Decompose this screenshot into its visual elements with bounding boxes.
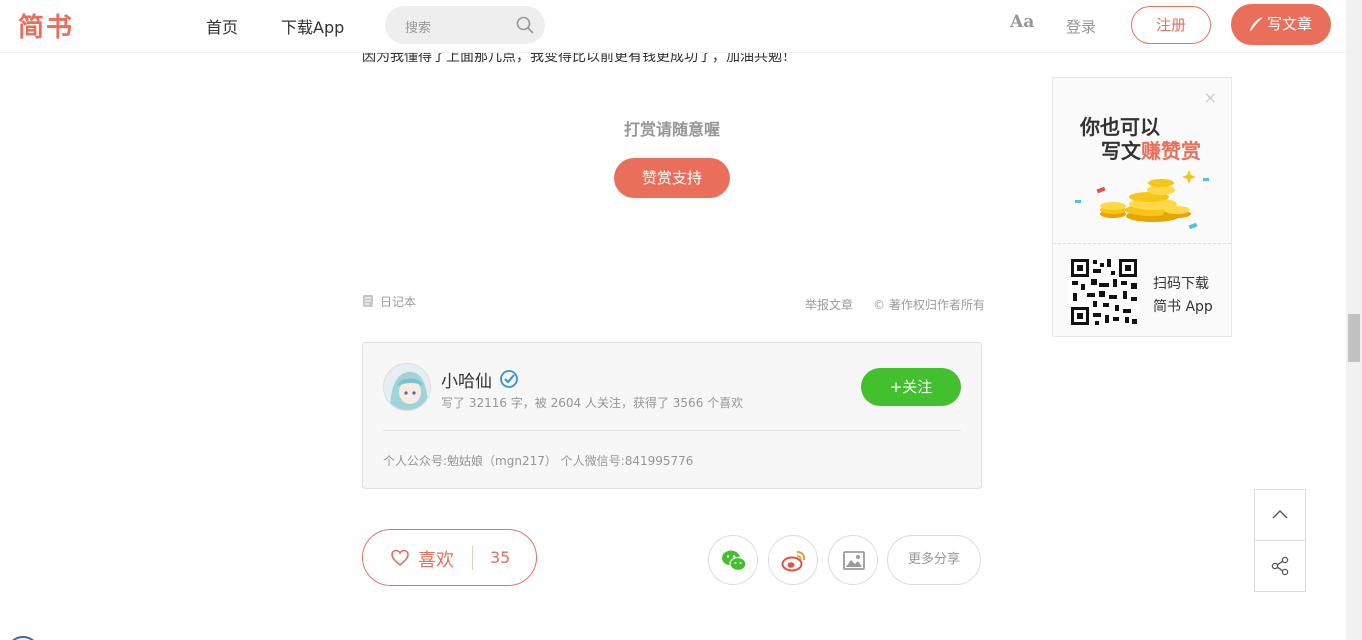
author-name[interactable]: 小哈仙	[441, 367, 492, 392]
ad-line2-prefix: 写文	[1101, 139, 1141, 163]
share-image-button[interactable]	[828, 535, 878, 585]
more-share-button[interactable]: 更多分享	[887, 535, 981, 585]
partial-avatar	[6, 636, 40, 640]
write-article-label: 写文章	[1267, 15, 1313, 33]
ad-divider	[1053, 243, 1231, 244]
wechat-icon	[722, 550, 747, 572]
notebook-link[interactable]: 日记本	[362, 293, 416, 310]
back-to-top-button[interactable]	[1255, 490, 1305, 541]
like-button[interactable]: 喜欢 35	[362, 529, 537, 586]
ad-qr-caption-line1: 扫码下载	[1153, 276, 1209, 292]
image-icon	[843, 551, 865, 570]
share-icon	[1271, 556, 1289, 576]
ad-line2-highlight: 赚赞赏	[1141, 139, 1201, 163]
plus-icon: +	[889, 378, 903, 396]
report-article-link[interactable]: 举报文章	[805, 296, 853, 313]
qr-code-image	[1069, 257, 1139, 327]
notebook-label: 日记本	[380, 295, 417, 309]
gold-coins-illustration	[1075, 170, 1209, 230]
search-placeholder: 搜索	[405, 21, 432, 36]
reward-title: 打赏请随意喔	[623, 120, 720, 139]
author-card: 小哈仙 写了 32116 字，被 2604 人关注，获得了 3566 个喜欢 +…	[362, 342, 982, 489]
side-share-button[interactable]	[1255, 541, 1305, 592]
font-size-toggle[interactable]: Aa	[1010, 12, 1034, 32]
copyright-notice: © 著作权归作者所有	[873, 298, 985, 312]
login-link[interactable]: 登录	[1066, 16, 1096, 37]
search-input[interactable]: 搜索	[385, 6, 545, 44]
share-weibo-button[interactable]	[768, 535, 818, 585]
nav-home-link[interactable]: 首页	[206, 14, 238, 38]
pen-icon	[1250, 17, 1263, 31]
side-tools	[1254, 489, 1306, 592]
card-divider	[383, 430, 961, 431]
scrollbar-thumb[interactable]	[1348, 314, 1360, 362]
follow-button[interactable]: +关注	[861, 368, 961, 406]
ad-close-icon[interactable]: ×	[1204, 88, 1217, 107]
like-separator	[472, 546, 473, 570]
write-article-button[interactable]: 写文章	[1231, 4, 1331, 45]
like-label: 喜欢	[418, 550, 454, 571]
author-intro: 个人公众号:勉姑娘（mgn217） 个人微信号:841995776	[383, 454, 694, 468]
ad-qr-caption-line2: 简书 App	[1153, 299, 1213, 315]
weibo-icon	[781, 551, 806, 572]
heart-icon	[391, 549, 409, 567]
verified-badge-icon	[500, 370, 518, 388]
ad-headline-line2: 写文赚赞赏	[1101, 135, 1201, 164]
like-count: 35	[490, 548, 511, 567]
nav-download-app-link[interactable]: 下载App	[281, 14, 344, 38]
top-nav: 简书 首页 下载App 搜索 Aa 登录 注册 写文章	[0, 0, 1346, 53]
download-app-ad[interactable]: × 你也可以 写文赚赞赏 扫码下载 简书 App	[1052, 77, 1232, 337]
chevron-up-icon	[1272, 510, 1288, 519]
notebook-icon	[363, 295, 373, 307]
register-button[interactable]: 注册	[1131, 6, 1211, 44]
author-stats: 写了 32116 字，被 2604 人关注，获得了 3566 个喜欢	[441, 396, 744, 410]
logo[interactable]: 简书	[18, 7, 74, 44]
share-wechat-button[interactable]	[708, 535, 758, 585]
reward-support-button[interactable]: 赞赏支持	[614, 158, 730, 198]
author-avatar[interactable]	[383, 363, 431, 411]
search-icon[interactable]	[515, 15, 535, 35]
follow-label: 关注	[902, 378, 933, 396]
